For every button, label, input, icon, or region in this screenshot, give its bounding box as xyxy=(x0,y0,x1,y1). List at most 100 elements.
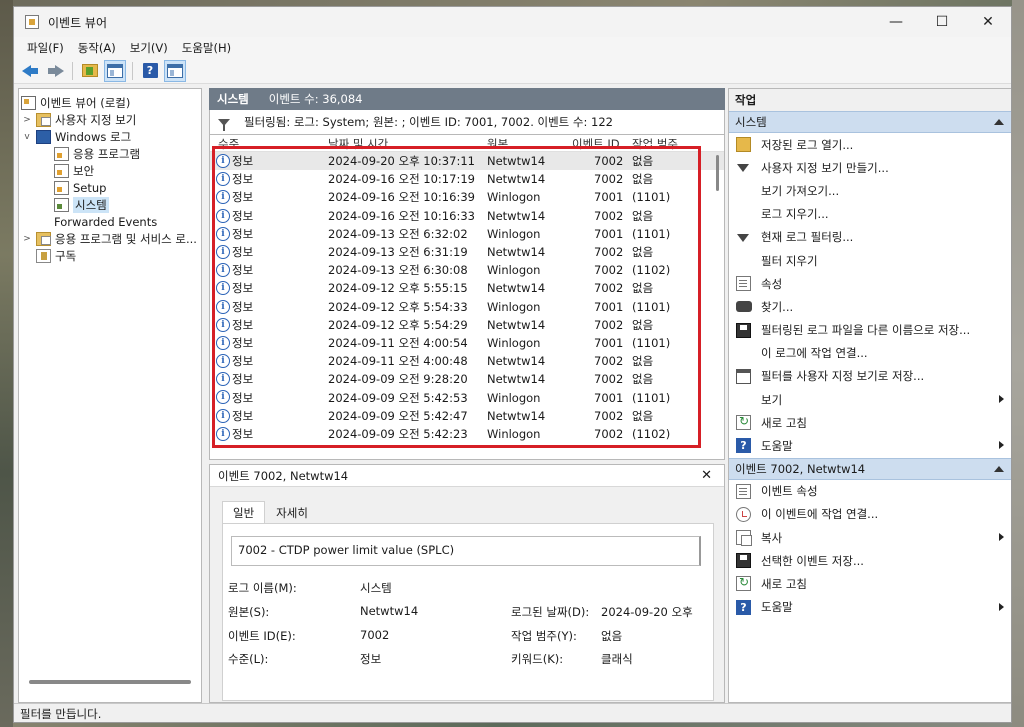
event-row[interactable]: i 정보 2024-09-16 오전 10:17:19 Netwtw14 7002 없음 xyxy=(210,170,724,188)
event-row[interactable]: i 정보 2024-09-16 오전 10:16:33 Netwtw14 7002 없음 xyxy=(210,207,724,225)
action-label: 필터링된 로그 파일을 다른 이름으로 저장... xyxy=(761,323,971,338)
action-item[interactable]: 필터를 사용자 지정 보기로 저장... xyxy=(729,365,1011,388)
action-item[interactable]: 선택한 이벤트 저장... xyxy=(729,549,1011,572)
action-item[interactable]: 복사 xyxy=(729,526,1011,549)
tree-item-app-services[interactable]: > 응용 프로그램 및 서비스 로... xyxy=(21,230,197,247)
event-description[interactable]: 7002 - CTDP power limit value (SPLC) xyxy=(231,536,701,566)
event-row[interactable]: i 정보 2024-09-11 오전 4:00:54 Winlogon 7001 (110… xyxy=(210,334,724,352)
event-row[interactable]: i 정보 2024-09-13 오전 6:32:02 Winlogon 7001 (110… xyxy=(210,225,724,243)
column-source[interactable]: 원본 xyxy=(487,136,508,152)
info-icon: i xyxy=(216,408,230,423)
tree-item-forwarded-events[interactable]: Forwarded Events xyxy=(54,213,157,230)
event-detail-pane: 이벤트 7002, Netwtw14 ✕ 일반 자세히 7002 - CTDP … xyxy=(209,464,725,703)
up-folder-button[interactable] xyxy=(79,60,101,82)
title-bar[interactable]: 이벤트 뷰어 — ☐ ✕ xyxy=(14,7,1011,37)
event-list-scrollbar[interactable] xyxy=(716,155,719,191)
cell-level: 정보 xyxy=(232,263,254,278)
help-button[interactable]: ? xyxy=(139,60,161,82)
action-item[interactable]: 이 이벤트에 작업 연결... xyxy=(729,503,1011,526)
copy-icon xyxy=(736,530,752,546)
tree-item-windows-logs[interactable]: v Windows 로그 xyxy=(21,128,131,145)
minimize-button[interactable]: — xyxy=(873,7,919,37)
action-item[interactable]: 필터링된 로그 파일을 다른 이름으로 저장... xyxy=(729,319,1011,342)
action-item[interactable]: ? 도움말 xyxy=(729,434,1011,457)
maximize-button[interactable]: ☐ xyxy=(919,7,965,37)
action-item[interactable]: 필터 지우기 xyxy=(729,249,1011,272)
actions-section-log[interactable]: 시스템 xyxy=(729,111,1011,133)
cell-datetime: 2024-09-12 오후 5:55:15 xyxy=(328,281,468,296)
action-item[interactable]: 이벤트 속성 xyxy=(729,480,1011,503)
event-row[interactable]: i 정보 2024-09-12 오후 5:55:15 Netwtw14 7002 없음 xyxy=(210,279,724,297)
event-row[interactable]: i 정보 2024-09-20 오후 10:37:11 Netwtw14 7002 없음 xyxy=(210,152,724,171)
log-name-value[interactable]: 시스템 xyxy=(360,580,392,596)
cell-task-category: (1102) xyxy=(632,426,671,441)
action-item[interactable]: 새로 고침 xyxy=(729,411,1011,434)
column-event-id[interactable]: 이벤트 ID xyxy=(572,136,620,152)
tab-details[interactable]: 자세히 xyxy=(265,501,319,523)
event-row[interactable]: i 정보 2024-09-09 오전 5:42:53 Winlogon 7001 (110… xyxy=(210,388,724,406)
event-row[interactable]: i 정보 2024-09-09 오전 9:28:20 Netwtw14 7002 없음 xyxy=(210,370,724,388)
info-icon: i xyxy=(216,226,230,241)
keywords-value[interactable]: 클래식 xyxy=(601,651,633,667)
show-hide-console-tree-button[interactable] xyxy=(104,59,126,82)
chevron-right-icon[interactable]: > xyxy=(21,115,33,125)
event-action-list: 이벤트 속성이 이벤트에 작업 연결... 복사선택한 이벤트 저장... 새로 고… xyxy=(729,480,1011,619)
action-item[interactable]: 보기 xyxy=(729,388,1011,411)
tree-item-setup[interactable]: Setup xyxy=(54,179,106,196)
collapse-up-icon[interactable] xyxy=(994,119,1004,125)
action-item[interactable]: 이 로그에 작업 연결... xyxy=(729,342,1011,365)
action-item[interactable]: 현재 로그 필터링... xyxy=(729,226,1011,249)
column-level[interactable]: 수준 xyxy=(218,136,239,152)
collapse-up-icon[interactable] xyxy=(994,465,1004,472)
menu-file[interactable]: 파일(F) xyxy=(20,40,71,56)
event-row[interactable]: i 정보 2024-09-13 오전 6:30:08 Winlogon 7002 (110… xyxy=(210,261,724,279)
log-action-list: 저장된 로그 열기... 사용자 지정 보기 만들기... 보기 가져오기... 로그… xyxy=(729,133,1011,458)
tree-item-system[interactable]: 시스템 xyxy=(54,196,109,213)
tree-item-subscriptions[interactable]: 구독 xyxy=(36,247,76,264)
menu-action[interactable]: 동작(A) xyxy=(71,40,123,56)
event-row[interactable]: i 정보 2024-09-12 오후 5:54:29 Netwtw14 7002 없음 xyxy=(210,316,724,334)
tree-item-root[interactable]: 이벤트 뷰어 (로컬) xyxy=(21,94,130,111)
action-item[interactable]: ? 도움말 xyxy=(729,596,1011,619)
close-icon[interactable]: ✕ xyxy=(701,468,712,483)
action-item[interactable]: 보기 가져오기... xyxy=(729,179,1011,202)
refresh-icon xyxy=(736,575,751,592)
tree-horizontal-scrollbar[interactable] xyxy=(29,680,191,684)
column-datetime[interactable]: 날짜 및 시간 xyxy=(328,136,388,152)
log-icon xyxy=(54,180,69,195)
source-value[interactable]: Netwtw14 xyxy=(360,604,418,618)
action-item[interactable]: 사용자 지정 보기 만들기... xyxy=(729,156,1011,179)
menu-help[interactable]: 도움말(H) xyxy=(175,40,238,56)
action-item[interactable]: 로그 지우기... xyxy=(729,203,1011,226)
event-row[interactable]: i 정보 2024-09-13 오전 6:31:19 Netwtw14 7002 없음 xyxy=(210,243,724,261)
close-button[interactable]: ✕ xyxy=(965,7,1011,37)
status-text: 필터를 만듭니다. xyxy=(20,707,102,721)
subscriptions-icon xyxy=(36,248,51,263)
logged-value[interactable]: 2024-09-20 오후 xyxy=(601,604,693,620)
task-category-value[interactable]: 없음 xyxy=(601,628,622,644)
chevron-down-icon[interactable]: v xyxy=(21,132,33,142)
forward-button[interactable] xyxy=(44,60,66,82)
action-item[interactable]: 속성 xyxy=(729,272,1011,295)
event-row[interactable]: i 정보 2024-09-12 오후 5:54:33 Winlogon 7001 (110… xyxy=(210,298,724,316)
cell-event-id: 7002 xyxy=(594,372,624,387)
tab-general[interactable]: 일반 xyxy=(222,501,266,523)
event-row[interactable]: i 정보 2024-09-11 오전 4:00:48 Netwtw14 7002 없음 xyxy=(210,352,724,370)
show-hide-action-pane-button[interactable] xyxy=(164,59,186,82)
menu-view[interactable]: 보기(V) xyxy=(123,40,175,56)
level-value[interactable]: 정보 xyxy=(360,651,381,667)
action-item[interactable]: 저장된 로그 열기... xyxy=(729,133,1011,156)
chevron-right-icon[interactable]: > xyxy=(21,234,33,244)
action-item[interactable]: 새로 고침 xyxy=(729,572,1011,595)
action-item[interactable]: 찾기... xyxy=(729,295,1011,318)
tree-item-security[interactable]: 보안 xyxy=(54,162,94,179)
event-row[interactable]: i 정보 2024-09-09 오전 5:42:23 Winlogon 7002 (110… xyxy=(210,425,724,443)
event-row[interactable]: i 정보 2024-09-09 오전 5:42:47 Netwtw14 7002 없음 xyxy=(210,407,724,425)
event-id-value[interactable]: 7002 xyxy=(360,628,389,642)
actions-section-event[interactable]: 이벤트 7002, Netwtw14 xyxy=(729,457,1011,480)
tree-item-custom-views[interactable]: > 사용자 지정 보기 xyxy=(21,111,136,128)
tree-item-application[interactable]: 응용 프로그램 xyxy=(54,145,140,162)
column-task-category[interactable]: 작업 범주 xyxy=(632,136,678,152)
event-row[interactable]: i 정보 2024-09-16 오전 10:16:39 Winlogon 7001 (11… xyxy=(210,188,724,206)
back-button[interactable] xyxy=(19,60,41,82)
